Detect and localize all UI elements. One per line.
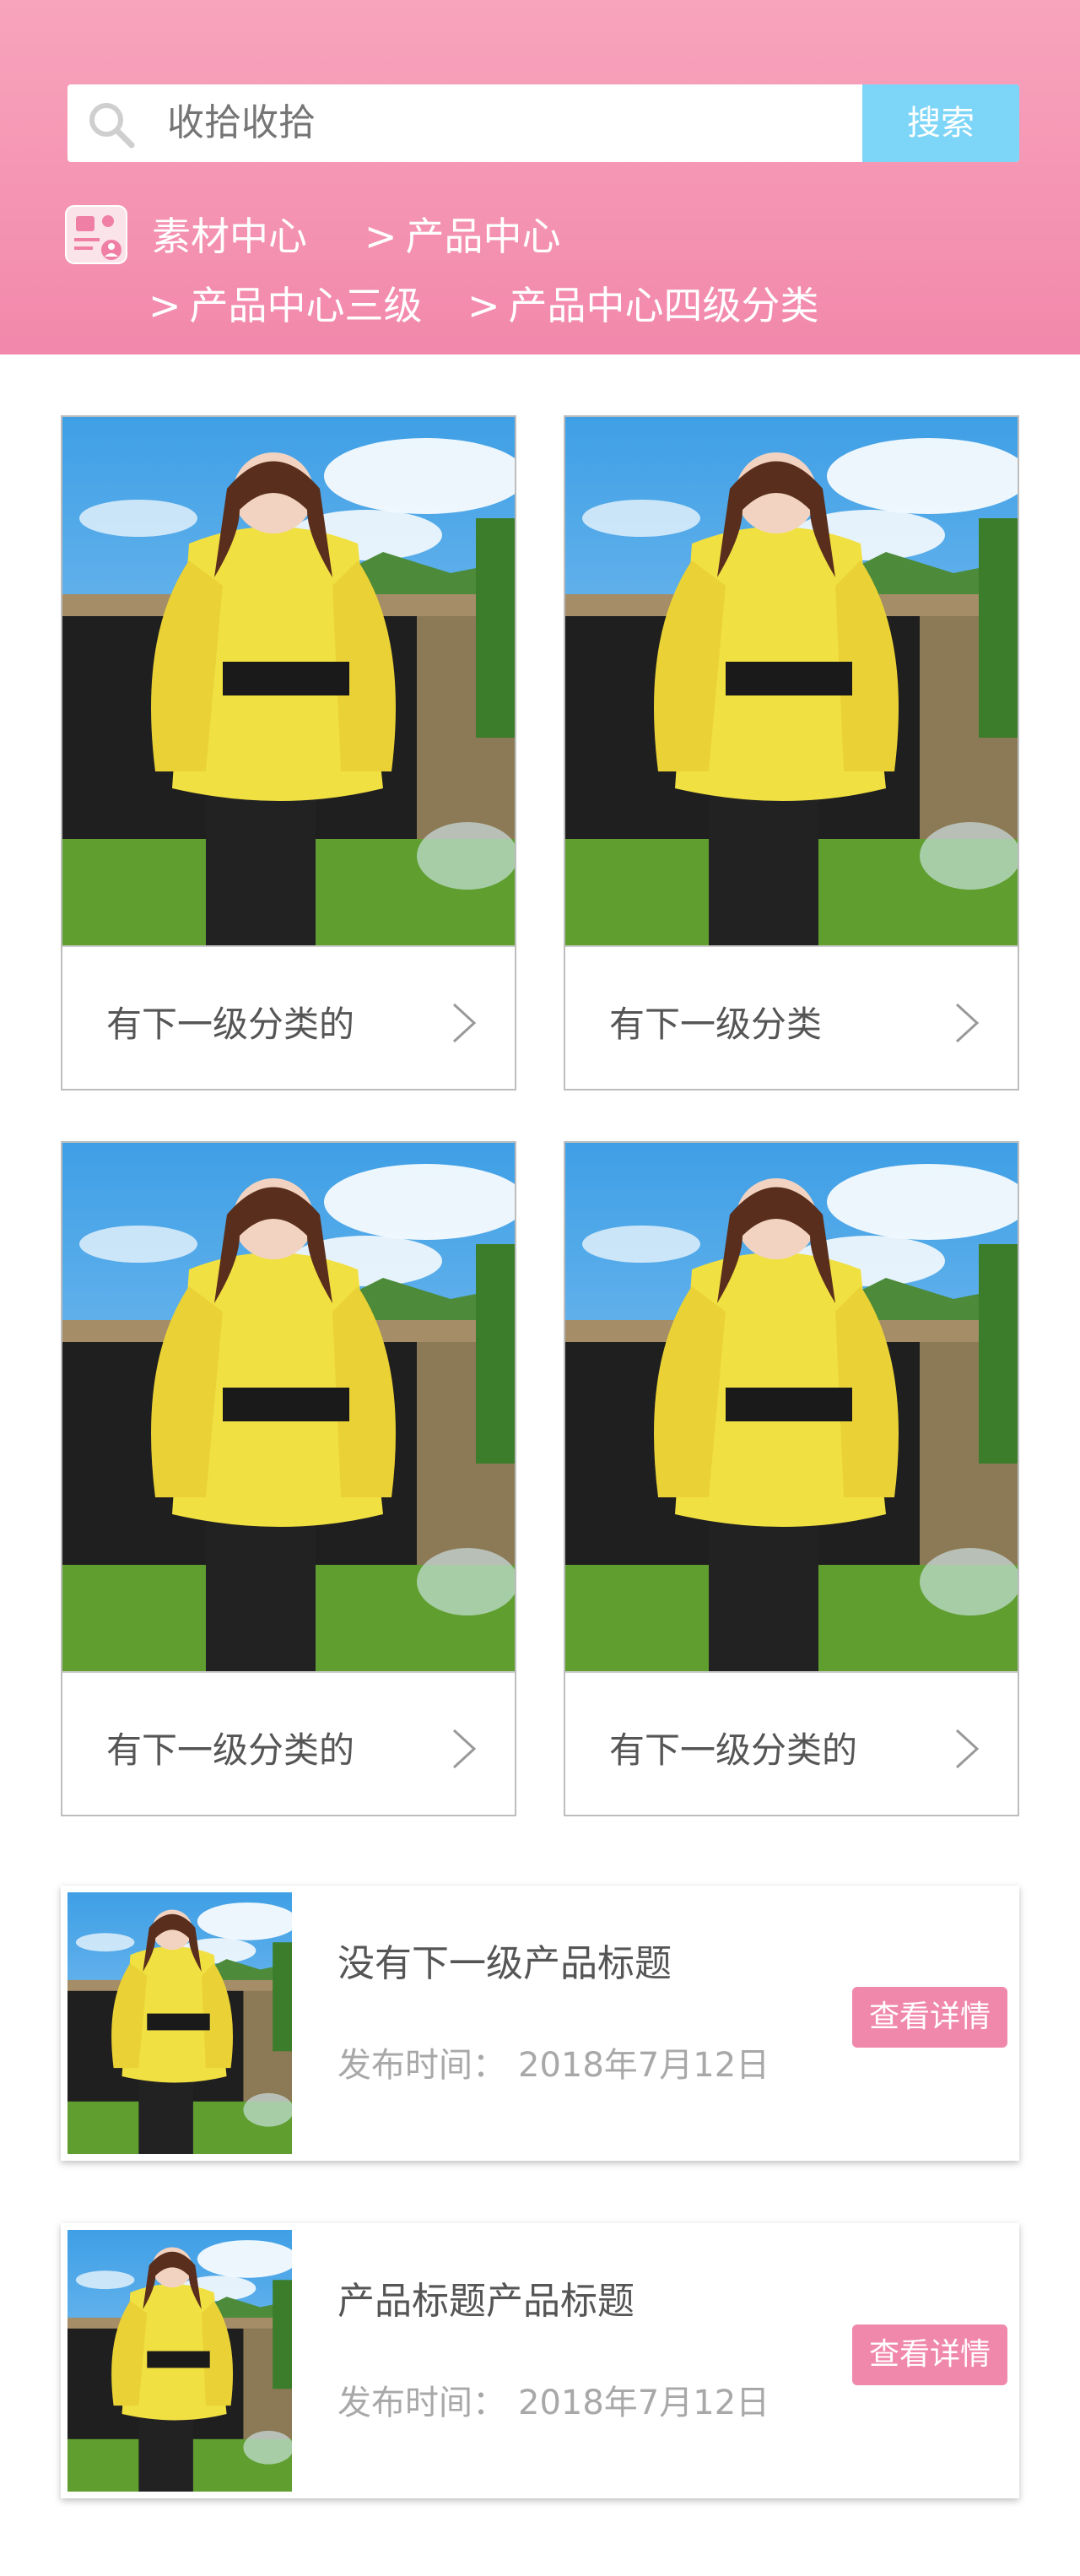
product-list-item[interactable]: 产品标题产品标题 发布时间： 2018年7月12日 查看详情	[61, 2223, 1019, 2498]
view-details-button[interactable]: 查看详情	[852, 1987, 1007, 2048]
product-photo	[565, 417, 1018, 945]
breadcrumb-item-2[interactable]: > 产品中心	[364, 206, 561, 262]
category-caption: 有下一级分类的	[62, 945, 515, 1089]
chevron-right-icon	[950, 999, 984, 1047]
breadcrumb-separator: >	[467, 283, 500, 328]
chevron-right-icon	[447, 999, 481, 1047]
breadcrumb-item-4[interactable]: > 产品中心四级分类	[467, 275, 819, 331]
breadcrumb-label: 产品中心三级	[189, 283, 423, 328]
date-value: 2018年7月12日	[518, 2384, 770, 2422]
category-label: 有下一级分类的	[106, 1729, 355, 1771]
product-date: 发布时间： 2018年7月12日	[338, 2038, 770, 2086]
category-caption: 有下一级分类的	[62, 1671, 515, 1815]
product-date: 发布时间： 2018年7月12日	[338, 2375, 770, 2424]
category-card[interactable]: 有下一级分类	[564, 415, 1019, 1090]
search-icon	[86, 100, 137, 150]
product-thumbnail	[68, 2230, 292, 2492]
breadcrumb-label: 产品中心	[405, 214, 561, 259]
chevron-right-icon	[950, 1725, 984, 1772]
product-list-item[interactable]: 没有下一级产品标题 发布时间： 2018年7月12日 查看详情	[61, 1886, 1019, 2161]
category-card[interactable]: 有下一级分类的	[61, 415, 516, 1090]
category-caption: 有下一级分类的	[565, 1671, 1018, 1815]
category-caption: 有下一级分类	[565, 945, 1018, 1089]
breadcrumb-item-1[interactable]: 素材中心	[152, 206, 307, 262]
category-label: 有下一级分类的	[609, 1729, 858, 1771]
category-card[interactable]: 有下一级分类的	[61, 1141, 516, 1816]
search-button[interactable]: 搜索	[862, 84, 1019, 162]
product-title: 产品标题产品标题	[338, 2280, 634, 2323]
breadcrumb-label: 产品中心四级分类	[508, 283, 819, 328]
product-title: 没有下一级产品标题	[338, 1942, 672, 1985]
date-label: 发布时间：	[338, 2046, 506, 2085]
view-details-button[interactable]: 查看详情	[852, 2324, 1007, 2385]
search-input[interactable]	[167, 84, 926, 162]
breadcrumb-app-icon	[64, 204, 128, 265]
breadcrumb-separator: >	[148, 283, 181, 328]
category-label: 有下一级分类	[609, 1004, 823, 1045]
date-label: 发布时间：	[338, 2384, 506, 2422]
breadcrumb-item-3[interactable]: > 产品中心三级	[148, 275, 423, 331]
date-value: 2018年7月12日	[518, 2046, 770, 2085]
product-photo	[62, 1143, 515, 1671]
product-photo	[565, 1143, 1018, 1671]
breadcrumb-label: 素材中心	[152, 214, 307, 259]
chevron-right-icon	[447, 1725, 481, 1772]
breadcrumb-separator: >	[364, 214, 397, 259]
search-bar: 搜索	[68, 84, 1019, 162]
category-label: 有下一级分类的	[106, 1004, 355, 1045]
header: 搜索 素材中心 >产品中心 >产品中心三级 >产品中心四级分类	[0, 0, 1080, 354]
category-card[interactable]: 有下一级分类的	[564, 1141, 1019, 1816]
product-thumbnail	[68, 1892, 292, 2154]
product-photo	[62, 417, 515, 945]
